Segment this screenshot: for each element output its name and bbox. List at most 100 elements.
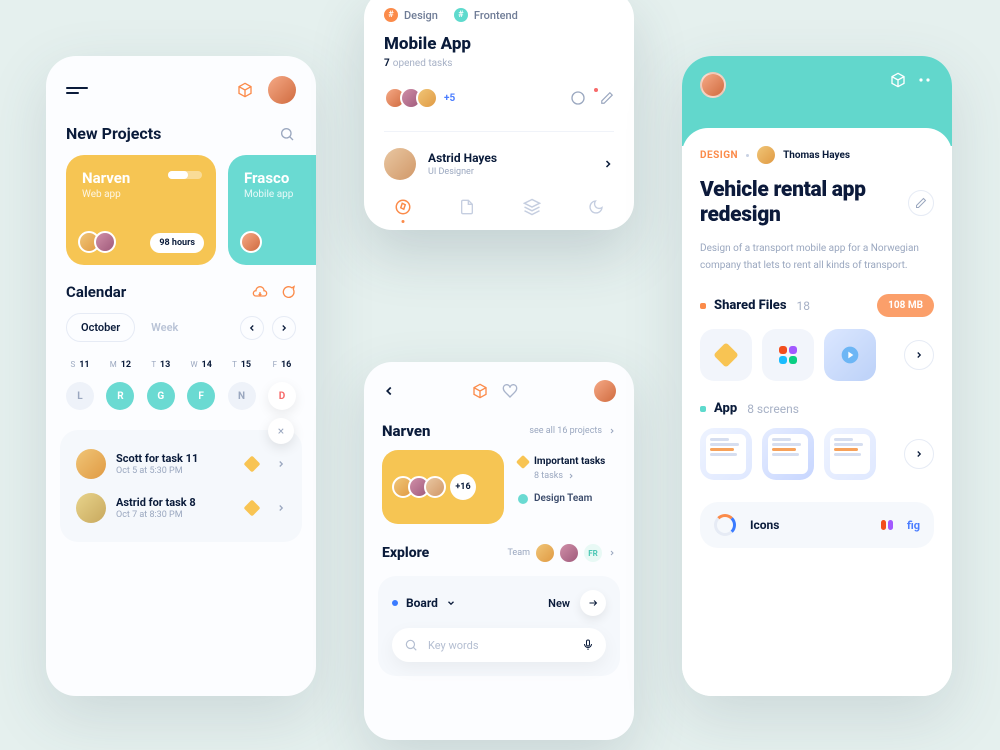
bottom-tabs <box>384 180 614 218</box>
prev-button[interactable] <box>240 316 264 340</box>
figma-icon <box>881 520 893 530</box>
crumb-category[interactable]: DESIGN <box>700 150 738 161</box>
fig-label[interactable]: fig <box>907 519 920 532</box>
cube-icon[interactable] <box>472 383 488 399</box>
person-name: Astrid Hayes <box>428 151 497 165</box>
sketch-icon <box>244 456 261 473</box>
board-dropdown[interactable]: Board <box>392 596 456 610</box>
crumb-avatar <box>757 146 775 164</box>
project-card-frasco[interactable]: Frasco Mobile app <box>228 155 316 265</box>
tasks-panel: × Scott for task 11Oct 5 at 5:30 PM Astr… <box>60 430 302 542</box>
crumb-name[interactable]: Thomas Hayes <box>783 150 850 161</box>
day-dot[interactable]: D <box>268 382 296 410</box>
compass-icon[interactable] <box>394 198 412 216</box>
members-card[interactable]: +16 <box>382 450 504 524</box>
menu-icon[interactable] <box>66 84 88 97</box>
comment-icon[interactable] <box>570 90 586 106</box>
layers-icon[interactable] <box>523 198 541 216</box>
more-count: +5 <box>444 93 455 104</box>
page-title: Vehicle rental app redesign <box>700 178 934 228</box>
profile-avatar[interactable] <box>700 72 726 98</box>
edit-icon[interactable] <box>600 90 614 106</box>
tag-frontend[interactable]: #Frontend <box>454 8 518 22</box>
opened-tasks: 7opened tasks <box>384 58 614 69</box>
day-dot[interactable]: N <box>228 382 256 410</box>
hours-pill: 98 hours <box>150 233 204 253</box>
tab-week[interactable]: Week <box>145 314 184 341</box>
phone-narven: Narven see all 16 projects +16 Important… <box>364 362 634 740</box>
task-avatar <box>76 449 106 479</box>
screen-thumb[interactable] <box>762 428 814 480</box>
dot-icon <box>518 494 528 504</box>
screen-thumb[interactable] <box>824 428 876 480</box>
day-dot[interactable]: F <box>187 382 215 410</box>
more-icon[interactable] <box>918 78 934 82</box>
day-dot[interactable]: R <box>106 382 134 410</box>
task-title: Scott for task 11 <box>116 452 236 465</box>
design-team-link[interactable]: Design Team <box>518 493 620 504</box>
card-avatars <box>78 231 116 253</box>
more-screens-button[interactable] <box>904 439 934 469</box>
moon-icon[interactable] <box>588 198 604 216</box>
file-thumb-sketch[interactable] <box>700 329 752 381</box>
search-input[interactable]: Key words <box>392 628 606 662</box>
sketch-icon <box>516 454 530 468</box>
chat-icon[interactable] <box>280 284 296 300</box>
profile-avatar[interactable] <box>268 76 296 104</box>
project-card-narven[interactable]: Narven Web app 98 hours <box>66 155 216 265</box>
file-thumb-video[interactable] <box>824 329 876 381</box>
cube-icon[interactable] <box>236 81 254 99</box>
task-row[interactable]: Scott for task 11Oct 5 at 5:30 PM <box>72 442 290 486</box>
task-row[interactable]: Astrid for task 8Oct 7 at 8:30 PM <box>72 486 290 530</box>
cube-icon[interactable] <box>890 72 906 88</box>
cloud-download-icon[interactable] <box>252 284 268 300</box>
mic-icon[interactable] <box>582 638 594 652</box>
card-subtitle: Mobile app <box>244 189 316 200</box>
close-icon[interactable]: × <box>268 418 294 444</box>
member-avatars[interactable]: +5 <box>384 87 455 109</box>
icons-label[interactable]: Icons <box>750 518 779 532</box>
bullet-icon <box>700 406 706 412</box>
shared-files-title: Shared Files <box>714 298 787 313</box>
phone-projects: New Projects Narven Web app 98 hours Fra… <box>46 56 316 696</box>
new-button[interactable]: New <box>548 590 606 616</box>
person-row[interactable]: Astrid Hayes UI Designer <box>384 131 614 180</box>
file-icon[interactable] <box>459 198 475 216</box>
project-title: Narven <box>382 422 430 440</box>
sketch-icon <box>244 500 261 517</box>
see-all-link[interactable]: see all 16 projects <box>529 426 616 436</box>
back-icon[interactable] <box>382 384 396 398</box>
section-title: New Projects <box>66 124 161 143</box>
fr-badge: FR <box>584 544 602 562</box>
explore-title: Explore <box>382 545 429 561</box>
chevron-right-icon <box>276 459 286 469</box>
day-dot[interactable]: G <box>147 382 175 410</box>
screen-thumb[interactable] <box>700 428 752 480</box>
shared-count: 18 <box>797 299 811 313</box>
tab-month[interactable]: October <box>66 313 135 342</box>
team-chip[interactable]: Team FR <box>508 544 617 562</box>
card-avatars <box>240 231 262 253</box>
next-button[interactable] <box>272 316 296 340</box>
day-dot[interactable]: L <box>66 382 94 410</box>
person-role: UI Designer <box>428 167 497 177</box>
card-mobile-app: #Design #Frontend Mobile App 7opened tas… <box>364 0 634 230</box>
file-thumb-figma[interactable] <box>762 329 814 381</box>
sketch-icon <box>713 343 738 368</box>
phone-vehicle-rental: DESIGN Thomas Hayes Vehicle rental app r… <box>682 56 952 696</box>
card-subtitle: Web app <box>82 189 200 200</box>
search-icon[interactable] <box>278 125 296 143</box>
important-tasks-link[interactable]: Important tasks <box>518 456 620 467</box>
edit-icon[interactable] <box>908 190 934 216</box>
profile-avatar[interactable] <box>594 380 616 402</box>
search-icon <box>404 638 418 652</box>
more-files-button[interactable] <box>904 340 934 370</box>
figma-icon <box>779 346 797 364</box>
progress-ring-icon <box>714 514 736 536</box>
task-time: Oct 7 at 8:30 PM <box>116 510 236 520</box>
chevron-right-icon <box>276 503 286 513</box>
tag-design[interactable]: #Design <box>384 8 438 22</box>
person-avatar <box>384 148 416 180</box>
heart-icon[interactable] <box>502 383 518 399</box>
breadcrumb: DESIGN Thomas Hayes <box>700 146 934 164</box>
